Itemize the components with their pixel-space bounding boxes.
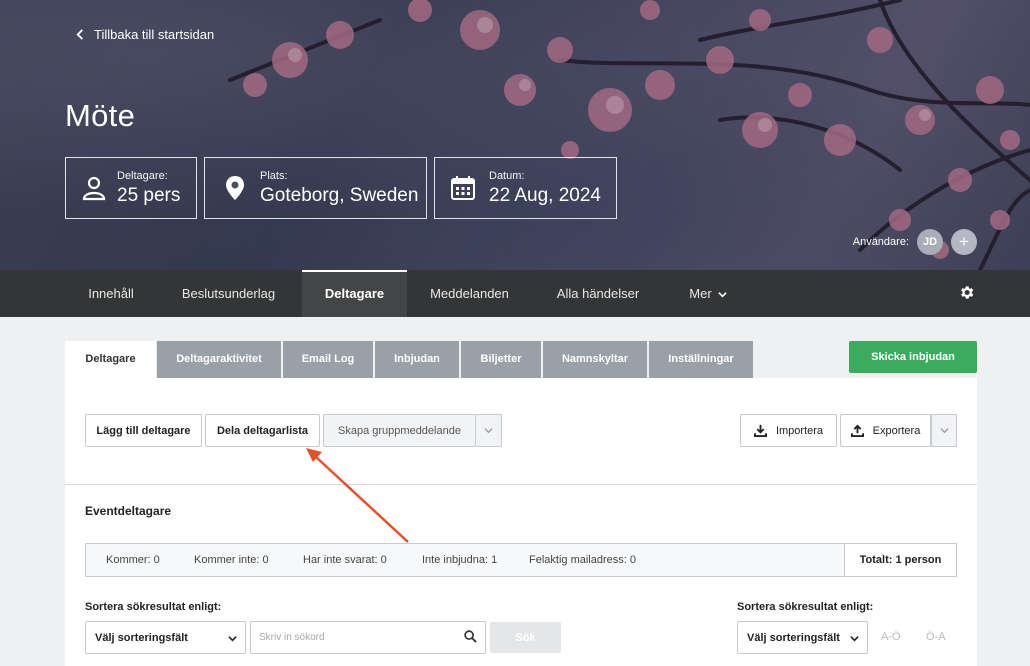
- export-label: Exportera: [872, 424, 921, 437]
- sort-label-right: Sortera sökresultat enligt:: [737, 601, 874, 613]
- date-label: Datum:: [489, 169, 525, 182]
- location-pin-icon: [226, 176, 244, 200]
- event-participants-title: Eventdeltagare: [85, 504, 172, 518]
- sort-descending-option[interactable]: Ö-A: [926, 631, 946, 643]
- group-message-dropdown[interactable]: [476, 414, 502, 447]
- avatar[interactable]: JD: [917, 229, 943, 255]
- sort-select-left[interactable]: Välj sorteringsfält: [85, 621, 246, 654]
- nav-item-meddelanden[interactable]: Meddelanden: [417, 270, 522, 317]
- sort-select-right-value: Välj sorteringsfält: [747, 631, 840, 644]
- tab-biljetter[interactable]: Biljetter: [461, 341, 541, 378]
- nav-item-alla-handelser[interactable]: Alla händelser: [544, 270, 652, 317]
- section-divider: [65, 484, 977, 485]
- participants-label: Deltagare:: [117, 169, 168, 182]
- download-icon: [753, 424, 767, 437]
- back-link-label: Tillbaka till startsidan: [94, 27, 215, 42]
- users-label: Användare:: [852, 236, 909, 248]
- sort-label-left: Sortera sökresultat enligt:: [85, 601, 222, 613]
- place-label: Plats:: [260, 169, 288, 182]
- page-title: Möte: [65, 98, 136, 133]
- nav-item-mer[interactable]: Mer: [676, 270, 740, 317]
- tab-inbjudan[interactable]: Inbjudan: [375, 341, 459, 378]
- users-group: Användare: JD +: [853, 229, 977, 255]
- import-label: Importera: [775, 424, 824, 437]
- stat-bad-email: Felaktig mailadress: 0: [529, 554, 636, 566]
- search-input[interactable]: [250, 621, 486, 654]
- nav-item-beslutsunderlag[interactable]: Beslutsunderlag: [165, 270, 292, 317]
- nav-item-deltagare[interactable]: Deltagare: [302, 270, 407, 317]
- sort-ascending-option[interactable]: A-Ö: [881, 631, 901, 643]
- place-info-box: Plats: Goteborg, Sweden: [204, 157, 427, 219]
- stat-coming: Kommer: 0: [106, 554, 160, 566]
- nav-item-innehall[interactable]: Innehåll: [65, 270, 157, 317]
- sort-select-left-value: Välj sorteringsfält: [95, 631, 188, 644]
- add-user-button[interactable]: +: [951, 229, 977, 255]
- export-button[interactable]: Exportera: [840, 414, 931, 447]
- tab-deltagaraktivitet[interactable]: Deltagaraktivitet: [157, 341, 281, 378]
- tab-email-log[interactable]: Email Log: [283, 341, 373, 378]
- export-dropdown[interactable]: [931, 414, 957, 447]
- chevron-left-icon: [76, 29, 83, 40]
- group-message-button[interactable]: Skapa gruppmeddelande: [323, 414, 476, 447]
- participants-info-box: Deltagare: 25 pers: [65, 157, 197, 219]
- upload-icon: [850, 424, 864, 437]
- tab-deltagare[interactable]: Deltagare: [65, 341, 156, 379]
- stat-not-invited: Inte inbjudna: 1: [422, 554, 498, 566]
- back-to-start-link[interactable]: Tillbaka till startsidan: [75, 27, 214, 42]
- tab-namnskyltar[interactable]: Namnskyltar: [543, 341, 647, 378]
- gear-icon[interactable]: [958, 284, 975, 301]
- date-value: 22 Aug, 2024: [489, 184, 601, 206]
- participant-stats-bar: Kommer: 0 Kommer inte: 0 Har inte svarat…: [85, 543, 957, 577]
- chevron-down-icon: [228, 636, 237, 642]
- search-button[interactable]: Sök: [490, 622, 561, 653]
- tab-installningar[interactable]: Inställningar: [649, 341, 753, 378]
- add-participant-button[interactable]: Lägg till deltagare: [85, 414, 202, 447]
- chevron-down-icon: [939, 428, 949, 434]
- stat-not-coming: Kommer inte: 0: [194, 554, 269, 566]
- participants-value: 25 pers: [117, 184, 181, 206]
- share-participant-list-button[interactable]: Dela deltagarlista: [205, 414, 320, 447]
- calendar-icon: [451, 176, 475, 200]
- sort-select-right[interactable]: Välj sorteringsfält: [737, 621, 868, 654]
- send-invitation-button[interactable]: Skicka inbjudan: [849, 341, 977, 373]
- stat-no-answer: Har inte svarat: 0: [303, 554, 387, 566]
- date-info-box: Datum: 22 Aug, 2024: [434, 157, 617, 219]
- main-nav: Innehåll Beslutsunderlag Deltagare Medde…: [0, 270, 1030, 317]
- nav-mer-label: Mer: [689, 286, 712, 301]
- chevron-down-icon: [718, 292, 727, 298]
- place-value: Goteborg, Sweden: [260, 184, 419, 206]
- stat-total: Totalt: 1 person: [844, 544, 956, 576]
- chevron-down-icon: [484, 428, 493, 434]
- chevron-down-icon: [850, 636, 859, 642]
- import-button[interactable]: Importera: [740, 414, 837, 447]
- user-icon: [82, 176, 106, 201]
